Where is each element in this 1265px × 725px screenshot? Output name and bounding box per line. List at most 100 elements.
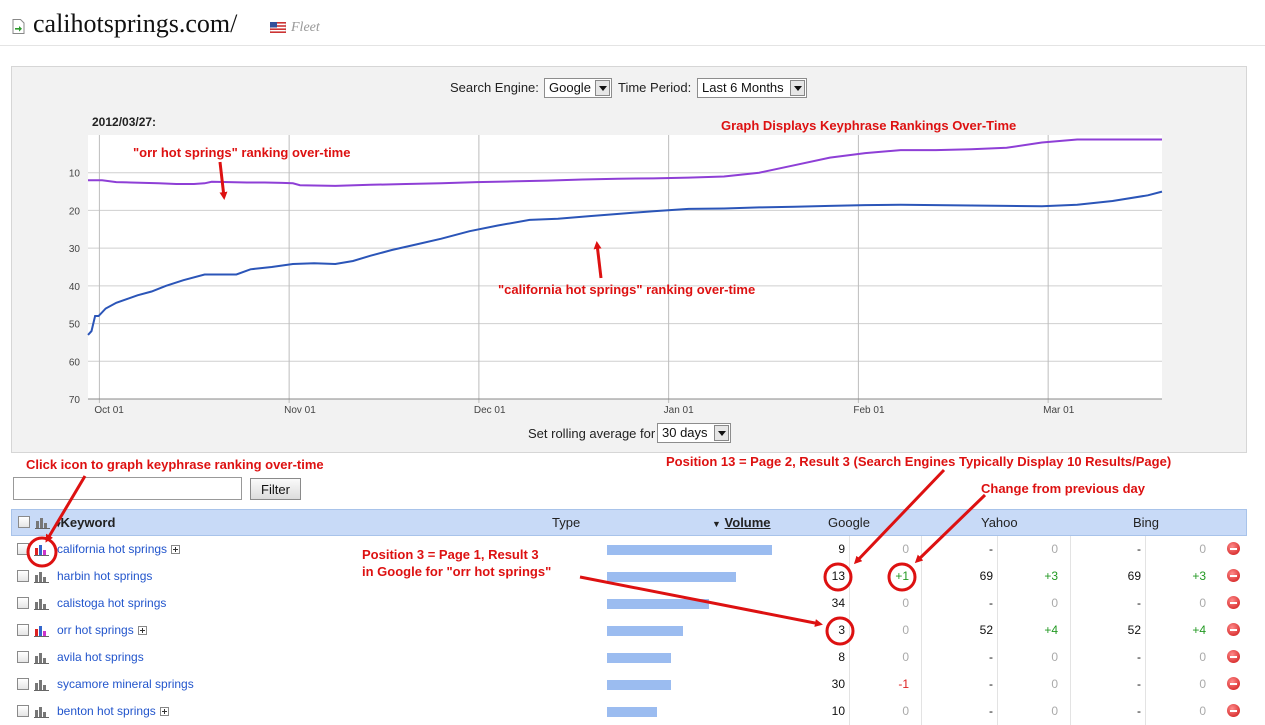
google-rank: 3 (838, 623, 845, 637)
bing-column-header[interactable]: Bing (1133, 515, 1159, 530)
y-tick-label: 40 (69, 282, 81, 293)
table-row: sycamore mineral springs 30 -1 - 0 - 0 (11, 671, 1247, 698)
column-divider (1070, 536, 1071, 563)
filter-button[interactable]: Filter (250, 478, 301, 500)
bar-chart-icon[interactable] (34, 570, 49, 583)
column-divider (849, 698, 850, 725)
column-divider (997, 590, 998, 617)
ranking-chart[interactable]: 10 20 30 40 50 60 70 Oct 01 Nov 01 Dec 01 Jan 01 Fe… (12, 67, 1248, 427)
column-divider (1145, 536, 1146, 563)
keyword-link[interactable]: calistoga hot springs (57, 596, 166, 610)
x-tick-label: Oct 01 (94, 405, 124, 416)
row-checkbox[interactable] (17, 705, 29, 717)
site-title[interactable]: calihotsprings.com/ (33, 9, 237, 39)
remove-icon[interactable] (1227, 650, 1240, 663)
volume-bar (607, 680, 671, 690)
bar-chart-icon[interactable] (34, 597, 49, 610)
google-rank: 34 (831, 596, 845, 610)
column-divider (921, 617, 922, 644)
yahoo-change: 0 (1051, 704, 1058, 718)
y-tick-label: 20 (69, 206, 81, 217)
bar-chart-icon[interactable] (34, 543, 49, 556)
yahoo-change: 0 (1051, 650, 1058, 664)
bing-change: 0 (1199, 542, 1206, 556)
remove-icon[interactable] (1227, 623, 1240, 636)
row-checkbox[interactable] (17, 543, 29, 555)
keyword-link[interactable]: harbin hot springs (57, 569, 152, 583)
y-tick-label: 60 (69, 357, 81, 368)
bing-rank: - (1137, 596, 1141, 610)
keyword-label: benton hot springs (57, 704, 156, 718)
document-arrow-icon (12, 19, 25, 34)
rolling-average-value: 30 days (662, 425, 708, 440)
expand-icon[interactable] (171, 545, 181, 554)
keyword-link[interactable]: california hot springs (57, 542, 181, 556)
column-divider (997, 617, 998, 644)
google-rank: 10 (831, 704, 845, 718)
row-checkbox[interactable] (17, 651, 29, 663)
volume-column-header[interactable]: ▼ Volume (712, 515, 771, 530)
yahoo-change: +4 (1044, 623, 1058, 637)
yahoo-change: +3 (1044, 569, 1058, 583)
yahoo-change: 0 (1051, 677, 1058, 691)
keyword-label: orr hot springs (57, 623, 134, 637)
bing-change: +4 (1192, 623, 1206, 637)
keyword-label: sycamore mineral springs (57, 677, 194, 691)
google-change: 0 (902, 650, 909, 664)
table-row: harbin hot springs 13 +1 69 +3 69 +3 (11, 563, 1247, 590)
y-tick-label: 10 (69, 169, 81, 180)
graph-panel: Search Engine: Google Time Period: Last … (11, 66, 1247, 453)
bar-chart-icon[interactable] (34, 651, 49, 664)
filter-input[interactable] (13, 477, 242, 500)
google-column-header[interactable]: Google (828, 515, 870, 530)
keyword-link[interactable]: sycamore mineral springs (57, 677, 194, 691)
yahoo-column-header[interactable]: Yahoo (981, 515, 1018, 530)
column-divider (921, 698, 922, 725)
x-tick-label: Feb 01 (853, 405, 885, 416)
select-all-checkbox[interactable] (18, 516, 30, 528)
keyword-link[interactable]: orr hot springs (57, 623, 147, 637)
row-checkbox[interactable] (17, 624, 29, 636)
volume-bar (607, 599, 709, 609)
table-row: california hot springs 9 0 - 0 - 0 (11, 536, 1247, 563)
row-checkbox[interactable] (17, 597, 29, 609)
google-change: 0 (902, 623, 909, 637)
remove-icon[interactable] (1227, 704, 1240, 717)
keyword-link[interactable]: avila hot springs (57, 650, 144, 664)
keyword-link[interactable]: benton hot springs (57, 704, 169, 718)
page-header: calihotsprings.com/ Fleet (0, 0, 1265, 46)
table-row: benton hot springs 10 0 - 0 - 0 (11, 698, 1247, 725)
fleet-link[interactable]: Fleet (291, 20, 320, 36)
remove-icon[interactable] (1227, 569, 1240, 582)
column-divider (849, 563, 850, 590)
bing-change: 0 (1199, 650, 1206, 664)
expand-icon[interactable] (137, 626, 147, 635)
column-divider (849, 644, 850, 671)
bing-rank: 52 (1127, 623, 1141, 637)
table-row: avila hot springs 8 0 - 0 - 0 (11, 644, 1247, 671)
remove-icon[interactable] (1227, 596, 1240, 609)
rolling-average-select[interactable]: 30 days (657, 423, 731, 443)
remove-icon[interactable] (1227, 677, 1240, 690)
google-change: -1 (898, 677, 909, 691)
keyword-label: harbin hot springs (57, 569, 153, 583)
keyword-column-header[interactable]: ▾Keyword (56, 515, 115, 530)
column-divider (921, 563, 922, 590)
plot-area (88, 135, 1162, 399)
remove-icon[interactable] (1227, 542, 1240, 555)
expand-icon[interactable] (159, 707, 169, 716)
row-checkbox[interactable] (17, 678, 29, 690)
annotation-orr: "orr hot springs" ranking over-time (133, 145, 351, 160)
row-checkbox[interactable] (17, 570, 29, 582)
bing-change: 0 (1199, 677, 1206, 691)
sort-desc-icon: ▼ (712, 519, 721, 529)
bar-chart-icon[interactable] (34, 678, 49, 691)
bar-chart-icon[interactable] (34, 624, 49, 637)
bar-chart-icon[interactable] (34, 705, 49, 718)
yahoo-rank: - (989, 542, 993, 556)
keyword-label: california hot springs (57, 542, 168, 556)
yahoo-change: 0 (1051, 596, 1058, 610)
rolling-average-label: Set rolling average for (528, 426, 656, 441)
type-column-header[interactable]: Type (552, 515, 580, 530)
x-tick-label: Jan 01 (664, 405, 694, 416)
